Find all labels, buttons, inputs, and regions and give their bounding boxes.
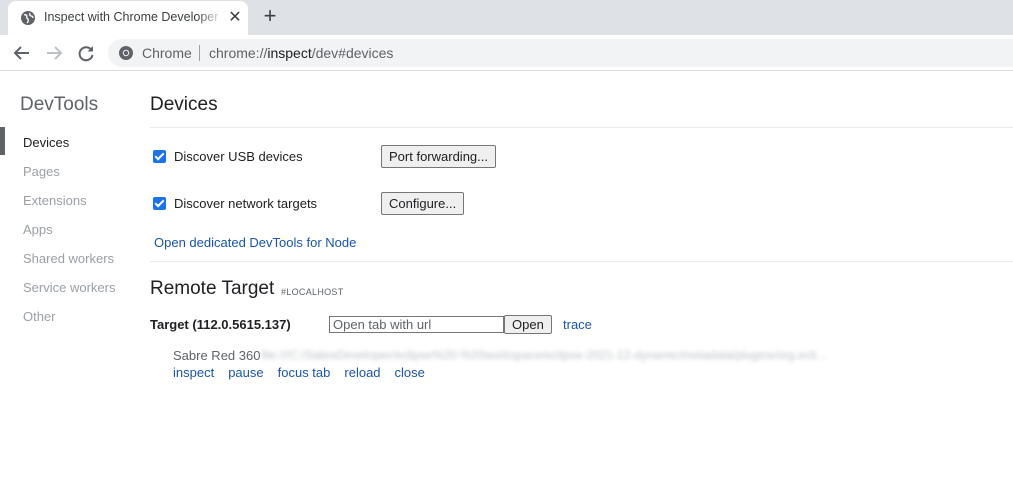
section-divider xyxy=(150,261,1013,262)
omnibox-divider xyxy=(199,45,200,61)
discover-usb-label[interactable]: Discover USB devices xyxy=(174,149,303,164)
target-label: Target (112.0.5615.137) xyxy=(150,317,291,332)
url-host: inspect xyxy=(267,45,312,61)
url-text: chrome://inspect/dev#devices xyxy=(209,45,393,61)
page-title: Devices xyxy=(150,94,218,115)
sidebar-item-apps[interactable]: Apps xyxy=(23,222,53,237)
open-node-devtools-link[interactable]: Open dedicated DevTools for Node xyxy=(154,235,356,250)
discover-network-label[interactable]: Discover network targets xyxy=(174,196,317,211)
chrome-logo-icon xyxy=(119,46,133,60)
globe-icon xyxy=(21,11,35,25)
target-entry-actions: inspect pause focus tab reload close xyxy=(173,365,439,380)
title-divider xyxy=(150,127,1013,128)
open-tab-url-input[interactable] xyxy=(329,316,504,333)
focus-tab-link[interactable]: focus tab xyxy=(278,365,331,380)
tab-strip: Inspect with Chrome Developer Tools ✕ + xyxy=(0,0,1013,35)
back-arrow-icon[interactable] xyxy=(11,42,33,64)
target-entry-name: Sabre Red 360 xyxy=(173,348,261,363)
new-tab-icon[interactable]: + xyxy=(259,5,281,27)
inspect-link[interactable]: inspect xyxy=(173,365,214,380)
sidebar-item-devices[interactable]: Devices xyxy=(23,135,69,150)
trace-link[interactable]: trace xyxy=(563,317,592,332)
sidebar-item-other[interactable]: Other xyxy=(23,309,56,324)
url-path: /dev#devices xyxy=(311,45,394,61)
toolbar: Chrome chrome://inspect/dev#devices xyxy=(0,35,1013,71)
configure-button[interactable]: Configure... xyxy=(381,192,465,215)
remote-target-title: Remote Target xyxy=(150,278,275,299)
remote-target-tag: #LOCALHOST xyxy=(281,287,344,297)
sidebar-item-shared-workers[interactable]: Shared workers xyxy=(23,251,114,266)
close-tab-icon[interactable]: ✕ xyxy=(226,9,244,27)
target-entry-url: file:///C:/SabreDeveloper/eclipse%20-%20… xyxy=(261,348,826,362)
discover-network-checkbox[interactable] xyxy=(153,197,166,210)
browser-tab[interactable]: Inspect with Chrome Developer Tools ✕ xyxy=(8,1,248,35)
url-scheme: chrome:// xyxy=(209,45,268,61)
discover-usb-row: Discover USB devices xyxy=(153,149,303,164)
sidebar-title: DevTools xyxy=(20,94,99,115)
tab-title: Inspect with Chrome Developer Tools xyxy=(44,10,224,24)
sidebar-item-service-workers[interactable]: Service workers xyxy=(23,280,115,295)
active-indicator xyxy=(0,127,5,155)
discover-network-row: Discover network targets xyxy=(153,196,317,211)
pause-link[interactable]: pause xyxy=(228,365,263,380)
open-button[interactable]: Open xyxy=(504,315,552,334)
address-bar[interactable]: Chrome chrome://inspect/dev#devices xyxy=(108,39,1013,67)
discover-usb-checkbox[interactable] xyxy=(153,150,166,163)
sidebar-item-extensions[interactable]: Extensions xyxy=(23,193,87,208)
forward-arrow-icon[interactable] xyxy=(43,42,65,64)
site-chip-label: Chrome xyxy=(142,45,192,61)
close-link[interactable]: close xyxy=(395,365,425,380)
reload-icon[interactable] xyxy=(75,42,97,64)
reload-link[interactable]: reload xyxy=(344,365,380,380)
sidebar-item-pages[interactable]: Pages xyxy=(23,164,60,179)
port-forwarding-button[interactable]: Port forwarding... xyxy=(381,145,496,168)
